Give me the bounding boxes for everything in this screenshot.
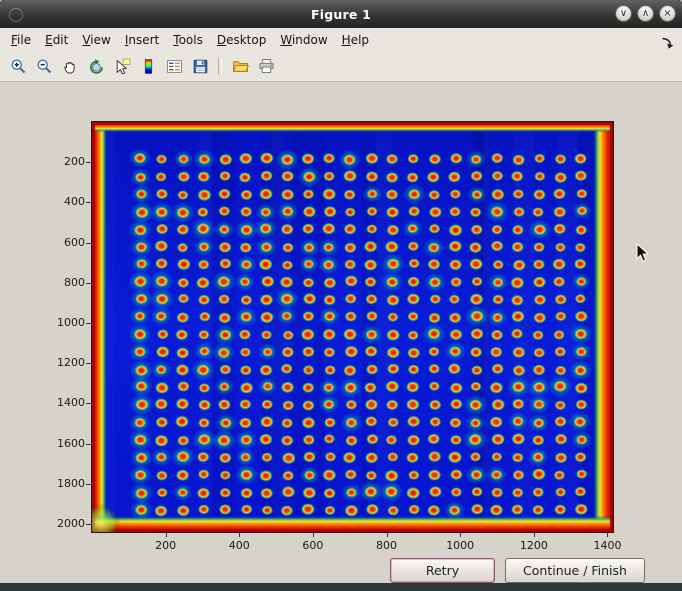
menu-item-insert[interactable]: Insert bbox=[118, 30, 166, 50]
tick-mark bbox=[166, 533, 167, 537]
x-tick-label: 1200 bbox=[520, 539, 548, 552]
figure-image[interactable] bbox=[91, 121, 614, 533]
tick-mark bbox=[86, 243, 91, 244]
menu-item-window[interactable]: Window bbox=[273, 30, 334, 50]
maximize-button[interactable]: ∧ bbox=[637, 5, 654, 22]
y-tick-label: 1400 bbox=[41, 396, 85, 409]
tick-mark bbox=[86, 202, 91, 203]
toolbar-separator bbox=[218, 57, 222, 75]
window-icon bbox=[9, 8, 23, 22]
tick-mark bbox=[607, 533, 608, 537]
tick-mark bbox=[86, 162, 91, 163]
menu-item-tools[interactable]: Tools bbox=[166, 30, 210, 50]
menu-item-desktop[interactable]: Desktop bbox=[210, 30, 274, 50]
x-tick-label: 200 bbox=[155, 539, 176, 552]
rotate-3d-icon[interactable] bbox=[84, 54, 108, 78]
menubar: FileEditViewInsertToolsDesktopWindowHelp bbox=[0, 28, 682, 51]
pan-icon[interactable] bbox=[58, 54, 82, 78]
y-tick-label: 1600 bbox=[41, 437, 85, 450]
figure-canvas: Retry Continue / Finish 200 400 600 800 1000… bbox=[0, 82, 682, 583]
y-tick-label: 400 bbox=[41, 195, 85, 208]
dock-figure-icon[interactable] bbox=[661, 34, 674, 53]
tick-mark bbox=[86, 403, 91, 404]
menu-item-help[interactable]: Help bbox=[335, 30, 376, 50]
y-tick-label: 1800 bbox=[41, 477, 85, 490]
figure-window: Figure 1 ∨ ∧ × FileEditViewInsertToolsDesk… bbox=[0, 0, 682, 591]
tick-mark bbox=[86, 484, 91, 485]
x-tick-label: 1000 bbox=[446, 539, 474, 552]
y-tick-label: 200 bbox=[41, 155, 85, 168]
y-tick-label: 2000 bbox=[41, 517, 85, 530]
window-title: Figure 1 bbox=[311, 7, 371, 22]
continue-finish-button[interactable]: Continue / Finish bbox=[505, 558, 645, 583]
data-cursor-icon[interactable] bbox=[110, 54, 134, 78]
x-tick-label: 600 bbox=[302, 539, 323, 552]
y-tick-label: 1200 bbox=[41, 356, 85, 369]
menu-item-view[interactable]: View bbox=[75, 30, 117, 50]
window-controls: ∨ ∧ × bbox=[615, 5, 676, 22]
zoom-in-icon[interactable] bbox=[6, 54, 30, 78]
save-icon[interactable] bbox=[188, 54, 212, 78]
tick-mark bbox=[534, 533, 535, 537]
tick-mark bbox=[387, 533, 388, 537]
tick-mark bbox=[86, 444, 91, 445]
open-icon[interactable] bbox=[228, 54, 252, 78]
tick-mark bbox=[239, 533, 240, 537]
print-icon[interactable] bbox=[254, 54, 278, 78]
menu-item-edit[interactable]: Edit bbox=[38, 30, 75, 50]
menu-item-file[interactable]: File bbox=[4, 30, 38, 50]
y-tick-label: 600 bbox=[41, 236, 85, 249]
legend-icon[interactable] bbox=[162, 54, 186, 78]
retry-button[interactable]: Retry bbox=[390, 558, 495, 583]
close-button[interactable]: × bbox=[659, 5, 676, 22]
window-bottom-edge bbox=[0, 583, 682, 591]
y-tick-label: 1000 bbox=[41, 316, 85, 329]
tick-mark bbox=[86, 524, 91, 525]
tick-mark bbox=[86, 323, 91, 324]
x-tick-label: 1400 bbox=[593, 539, 621, 552]
colorbar-icon[interactable] bbox=[136, 54, 160, 78]
x-tick-label: 800 bbox=[376, 539, 397, 552]
zoom-out-icon[interactable] bbox=[32, 54, 56, 78]
tick-mark bbox=[460, 533, 461, 537]
tick-mark bbox=[313, 533, 314, 537]
minimize-button[interactable]: ∨ bbox=[615, 5, 632, 22]
x-tick-label: 400 bbox=[229, 539, 250, 552]
tick-mark bbox=[86, 363, 91, 364]
tick-mark bbox=[86, 283, 91, 284]
titlebar[interactable]: Figure 1 ∨ ∧ × bbox=[0, 0, 682, 28]
toolbar bbox=[0, 51, 682, 82]
menu-items: FileEditViewInsertToolsDesktopWindowHelp bbox=[4, 30, 376, 50]
y-tick-label: 800 bbox=[41, 276, 85, 289]
